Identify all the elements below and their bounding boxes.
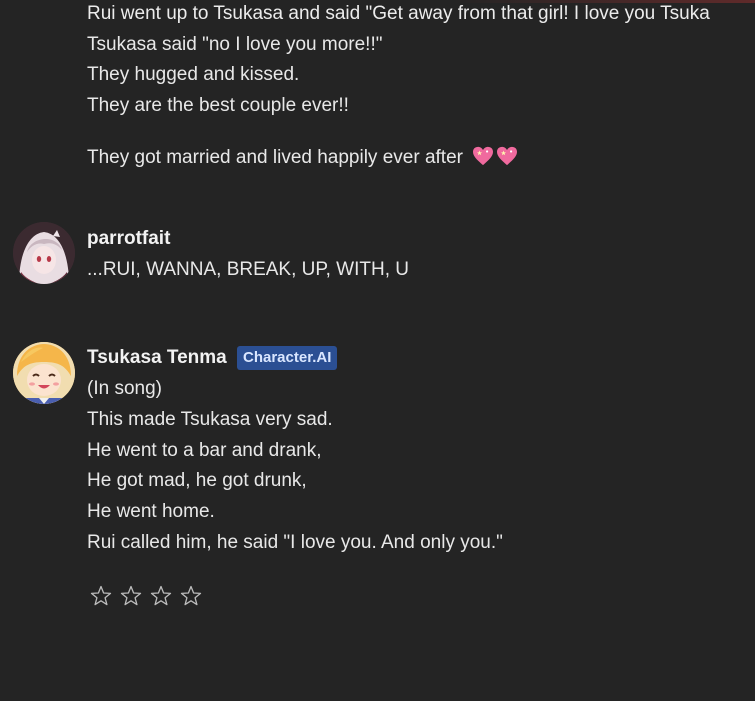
story-line: They are the best couple ever!! (87, 95, 349, 116)
star-4-icon[interactable] (179, 584, 203, 608)
star-2-icon[interactable] (119, 584, 143, 608)
story-line: Rui went up to Tsukasa and said "Get awa… (87, 3, 710, 24)
sparkling-heart-emoji (472, 146, 520, 170)
character-ai-badge: Character.AI (237, 346, 338, 370)
character-avatar[interactable] (13, 342, 75, 404)
character-line: He went to a bar and drank, (87, 440, 322, 461)
avatar-image (13, 222, 75, 284)
story-line: They hugged and kissed. (87, 64, 300, 85)
character-line: This made Tsukasa very sad. (87, 409, 333, 430)
character-line: Rui called him, he said "I love you. And… (87, 532, 503, 553)
character-line: He got mad, he got drunk, (87, 470, 307, 491)
story-line: Tsukasa said "no I love you more!!" (87, 34, 383, 55)
heart-icon (473, 146, 494, 166)
user-message-text: ...RUI, WANNA, BREAK, UP, WITH, U (87, 259, 409, 280)
story-line: They got married and lived happily ever … (87, 147, 463, 169)
user-avatar[interactable] (13, 222, 75, 284)
avatar-image (13, 342, 75, 404)
heart-icon (497, 146, 518, 166)
story-final-line: They got married and lived happily ever … (87, 146, 520, 170)
character-author-name[interactable]: Tsukasa Tenma (87, 346, 227, 370)
user-author-name[interactable]: parrotfait (87, 227, 170, 251)
star-1-icon[interactable] (89, 584, 113, 608)
star-rating (89, 584, 203, 608)
character-line: He went home. (87, 501, 215, 522)
star-3-icon[interactable] (149, 584, 173, 608)
character-line: (In song) (87, 378, 162, 399)
